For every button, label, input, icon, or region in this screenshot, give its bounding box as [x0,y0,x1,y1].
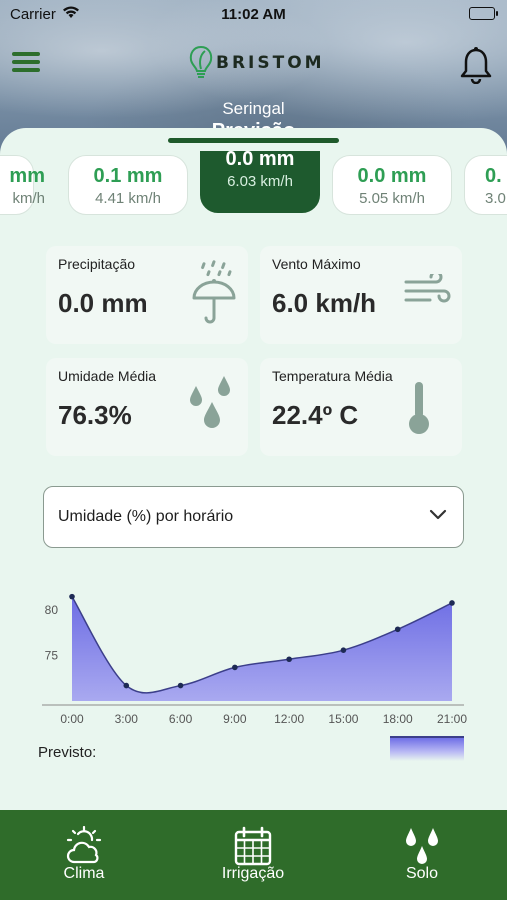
water-drops-icon [186,372,238,443]
chart-metric-dropdown[interactable]: Umidade (%) por horário [43,486,464,548]
temperature-label: Temperatura Média [272,368,393,384]
data-point [177,682,184,689]
data-point [69,593,75,600]
tab-clima[interactable]: Clima [24,810,144,900]
day-card[interactable]: 0.1 mm 4.41 km/h [68,155,188,215]
tab-solo[interactable]: Solo [362,810,482,900]
umbrella-rain-icon [190,260,238,331]
legend-label: Previsto: [38,744,97,761]
tab-label: Irrigação [221,865,285,882]
tab-label: Solo [405,865,439,882]
data-point [232,664,238,671]
temperature-value: 22.4º C [272,400,359,430]
battery-icon [469,7,498,20]
calendar-icon [234,826,272,866]
city-name: Seringal [222,99,285,118]
bell-icon[interactable] [459,46,493,89]
x-tick-label: 21:00 [437,712,467,726]
day-precipitation: 0.0 mm [225,148,295,170]
hamburger-menu-icon[interactable] [12,52,40,74]
data-point [123,682,130,689]
wind-card: Vento Máximo 6.0 km/h [260,246,462,344]
sun-cloud-icon [66,826,102,864]
day-precipitation: 0.1 mm [93,165,163,187]
day-card[interactable]: mm km/h [0,155,45,215]
thermometer-icon [406,380,432,441]
day-precipitation: mm [9,165,45,187]
day-card[interactable]: 0.0 mm 5.05 km/h [332,155,452,215]
day-wind: 6.03 km/h [227,173,293,190]
x-tick-label: 9:00 [223,712,247,726]
chevron-down-icon [429,508,447,526]
humidity-label: Umidade Média [58,368,157,384]
wind-label: Vento Máximo [272,256,361,272]
day-wind: km/h [12,190,45,207]
tab-label: Clima [63,865,105,882]
legend-swatch [390,736,464,761]
dropdown-selected-value: Umidade (%) por horário [58,508,234,525]
x-tick-label: 0:00 [60,712,84,726]
logo: BRISTOM [188,44,325,82]
day-card-selected[interactable]: 0.0 mm 6.03 km/h [200,148,320,213]
data-point [340,647,347,653]
logo-text: BRISTOM [216,53,325,73]
precipitation-card: Precipitação 0.0 mm [46,246,248,344]
status-bar: Carrier 11:02 AM [0,0,507,28]
temperature-card: Temperatura Média 22.4º C [260,358,462,456]
data-point [394,626,401,633]
day-wind: 3.0 [485,190,506,207]
sheet-grabber-handle[interactable] [168,138,339,143]
leaf-bulb-icon [189,45,213,78]
x-tick-label: 18:00 [383,712,413,726]
x-tick-label: 3:00 [115,712,139,726]
tab-irrigacao[interactable]: Irrigação [193,810,313,900]
day-wind: 4.41 km/h [95,190,161,207]
x-tick-label: 6:00 [169,712,193,726]
wind-value: 6.0 km/h [272,288,377,318]
bottom-tab-bar: Clima Irrigação Solo [0,810,507,900]
precipitation-label: Precipitação [58,256,136,272]
clock: 11:02 AM [221,6,286,23]
day-precipitation: 0.0 mm [357,165,427,187]
x-tick-label: 15:00 [328,712,358,726]
data-point [449,600,455,606]
humidity-area-chart: 0:00 3:00 6:00 9:00 12:00 15:00 18:00 21:00 75 80 [42,593,467,726]
y-tick-label: 80 [45,603,59,617]
day-wind: 5.05 km/h [359,190,425,207]
data-point [286,656,292,663]
day-precipitation: 0. [485,165,502,187]
water-drops-icon [406,828,438,864]
humidity-card: Umidade Média 76.3% [46,358,248,456]
day-selector: mm km/h 0.1 mm 4.41 km/h 0.0 mm 6.03 km/… [0,148,507,219]
humidity-value: 76.3% [58,400,132,430]
y-tick-label: 75 [45,649,59,663]
day-card[interactable]: 0. 3.0 [464,155,507,215]
x-tick-label: 12:00 [274,712,304,726]
wind-icon [404,270,452,313]
precipitation-value: 0.0 mm [58,288,148,318]
main-sheet: mm km/h 0.1 mm 4.41 km/h 0.0 mm 6.03 km/… [0,128,507,810]
